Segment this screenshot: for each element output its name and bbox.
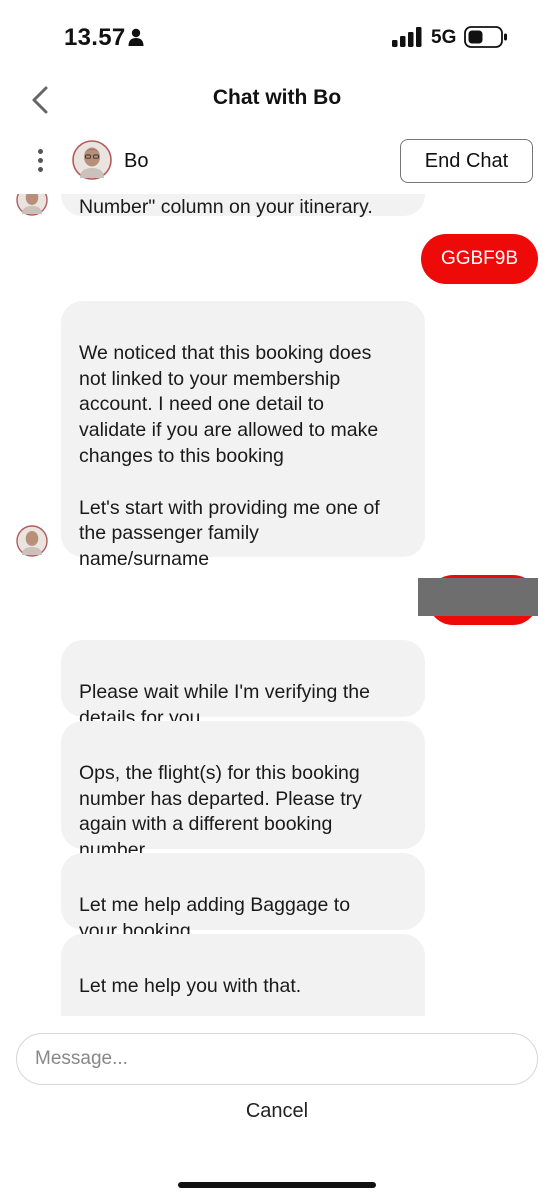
cancel-button[interactable]: Cancel: [0, 1100, 554, 1123]
avatar: [16, 525, 48, 557]
network-type: 5G: [431, 27, 457, 48]
message-text: Number" column on your itinerary.: [79, 196, 373, 218]
bot-message-bubble: Please wait while I'm verifying the deta…: [61, 640, 425, 729]
message-input[interactable]: [16, 1033, 538, 1085]
end-chat-button[interactable]: End Chat: [400, 139, 533, 183]
message-text: We noticed that this booking does not li…: [79, 341, 380, 571]
user-message-bubble: GGBF9B: [421, 234, 538, 284]
message-text: Ops, the flight(s) for this booking numb…: [79, 761, 362, 862]
redaction-block: [418, 578, 538, 616]
chat-message-list[interactable]: Number" column on your itinerary. GGBF9B…: [0, 194, 554, 1016]
bot-message-bubble: Ops, the flight(s) for this booking numb…: [61, 721, 425, 861]
avatar: [16, 194, 48, 216]
message-text: Let me help you with that. I need your b…: [79, 974, 302, 997]
cellular-signal-icon: [392, 27, 422, 47]
nav-bar: Chat with Bo: [0, 72, 554, 128]
status-time: 13.57: [64, 24, 126, 51]
bot-message-bubble: Let me help adding Baggage to your booki…: [61, 853, 425, 942]
bot-message-bubble: We noticed that this booking does not li…: [61, 301, 425, 570]
home-indicator[interactable]: [178, 1182, 376, 1188]
battery-icon: [464, 26, 507, 48]
bot-message-bubble: Number" column on your itinerary.: [61, 194, 425, 218]
person-icon: [128, 28, 144, 46]
bot-message-bubble: Let me help you with that. I need your b…: [61, 934, 425, 1016]
more-options-icon[interactable]: [30, 147, 50, 177]
avatar: [72, 140, 112, 180]
agent-bar: Bo End Chat: [0, 130, 554, 194]
message-text: GGBF9B: [440, 248, 519, 269]
page-title: Chat with Bo: [212, 86, 342, 109]
status-bar: 13.57 5G: [0, 0, 554, 72]
agent-name: Bo: [124, 150, 149, 172]
